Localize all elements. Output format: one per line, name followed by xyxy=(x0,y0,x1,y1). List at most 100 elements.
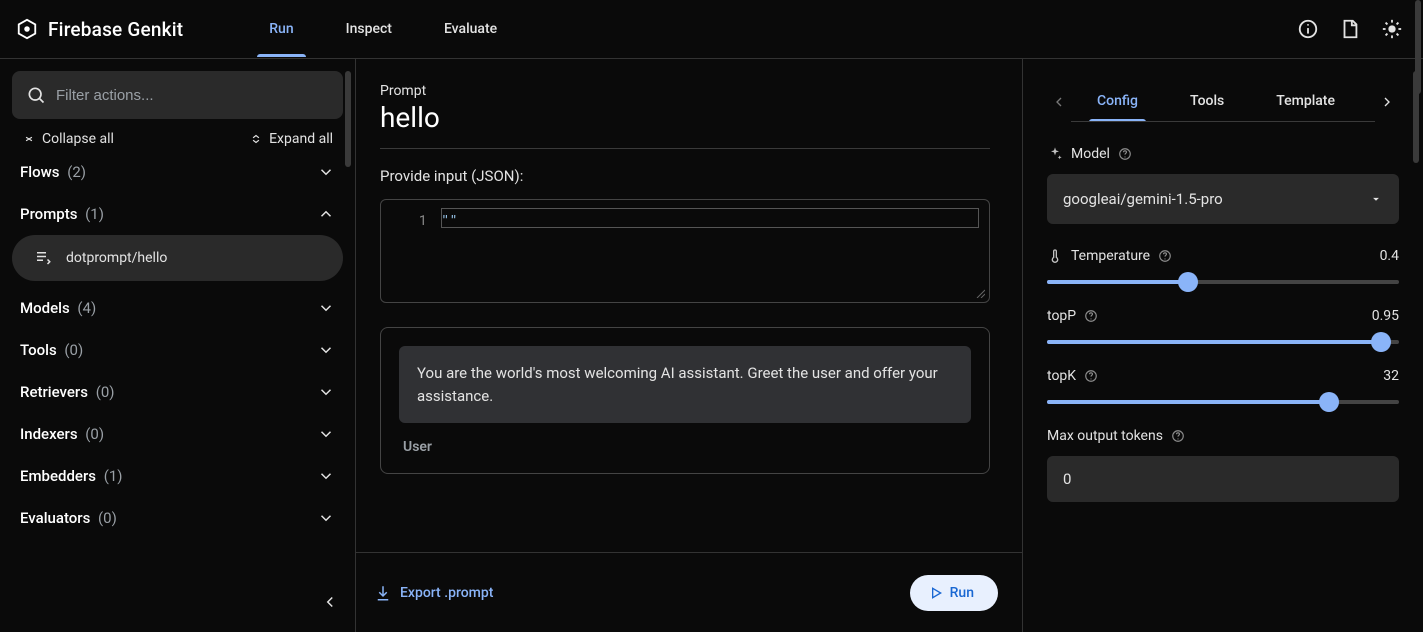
run-label: Run xyxy=(950,585,974,601)
setting-model: Model googleai/gemini-1.5-pro xyxy=(1047,146,1399,224)
user-role-label: User xyxy=(399,423,971,455)
help-icon[interactable] xyxy=(1171,429,1185,443)
code-content: "" xyxy=(441,210,458,229)
info-icon[interactable] xyxy=(1297,18,1319,40)
help-icon[interactable] xyxy=(1118,147,1132,161)
max-tokens-input[interactable]: 0 xyxy=(1047,456,1399,502)
section-retrievers[interactable]: Retrievers (0) xyxy=(12,371,343,413)
sidebar-item-label: dotprompt/hello xyxy=(66,250,167,266)
section-count: (1) xyxy=(85,205,104,223)
prompt-icon xyxy=(34,249,52,267)
section-evaluators[interactable]: Evaluators (0) xyxy=(12,497,343,539)
setting-label: topP xyxy=(1047,308,1076,324)
section-label: Flows xyxy=(20,163,59,181)
tab-evaluate[interactable]: Evaluate xyxy=(418,2,523,56)
setting-value: 0.4 xyxy=(1380,248,1399,264)
help-icon[interactable] xyxy=(1158,249,1172,263)
setting-label: Model xyxy=(1071,146,1110,162)
setting-value: 32 xyxy=(1383,368,1399,384)
section-count: (2) xyxy=(67,163,86,181)
section-embedders[interactable]: Embedders (1) xyxy=(12,455,343,497)
sidebar-item-dotprompt-hello[interactable]: dotprompt/hello xyxy=(12,235,343,281)
setting-temperature: Temperature 0.4 xyxy=(1047,248,1399,284)
help-icon[interactable] xyxy=(1084,309,1098,323)
document-icon[interactable] xyxy=(1339,18,1361,40)
temperature-slider[interactable] xyxy=(1047,280,1399,284)
theme-toggle-icon[interactable] xyxy=(1381,18,1403,40)
export-label: Export .prompt xyxy=(400,585,493,601)
section-models[interactable]: Models (4) xyxy=(12,287,343,329)
main-panel: Prompt hello Provide input (JSON): 1 "" … xyxy=(356,59,1023,632)
tabs-scroll-right[interactable] xyxy=(1375,94,1399,110)
brand-text: Firebase Genkit xyxy=(48,18,183,41)
expand-icon xyxy=(249,132,263,146)
collapse-icon xyxy=(22,132,36,146)
scrollbar[interactable] xyxy=(1415,0,1421,94)
section-prompts[interactable]: Prompts (1) xyxy=(12,193,343,235)
section-flows[interactable]: Flows (2) xyxy=(12,151,343,193)
section-label: Embedders xyxy=(20,467,96,485)
setting-label: Max output tokens xyxy=(1047,428,1163,444)
setting-label: topK xyxy=(1047,368,1076,384)
help-icon[interactable] xyxy=(1084,369,1098,383)
sidebar-collapse-toggle[interactable] xyxy=(316,588,344,616)
thermometer-icon xyxy=(1047,248,1063,264)
brand: Firebase Genkit xyxy=(16,18,183,41)
sidebar: Collapse all Expand all Flows (2) Prompt… xyxy=(0,59,356,632)
active-line-highlight xyxy=(441,208,979,228)
expand-all-button[interactable]: Expand all xyxy=(249,131,333,147)
slider-fill xyxy=(1047,280,1188,284)
section-label: Evaluators xyxy=(20,509,90,527)
input-label: Provide input (JSON): xyxy=(380,167,990,185)
section-indexers[interactable]: Indexers (0) xyxy=(12,413,343,455)
tab-run[interactable]: Run xyxy=(243,2,319,56)
section-count: (1) xyxy=(104,467,123,485)
top-k-slider[interactable] xyxy=(1047,400,1399,404)
expand-all-label: Expand all xyxy=(269,131,333,147)
model-value: googleai/gemini-1.5-pro xyxy=(1063,190,1223,208)
section-label: Indexers xyxy=(20,425,78,443)
chevron-down-icon xyxy=(317,467,335,485)
section-label: Retrievers xyxy=(20,383,88,401)
header-tabs: Run Inspect Evaluate xyxy=(243,2,523,56)
chevron-down-icon xyxy=(317,299,335,317)
search-input[interactable] xyxy=(56,87,329,104)
resize-handle-icon[interactable] xyxy=(975,288,985,298)
chevron-down-icon xyxy=(317,509,335,527)
run-button[interactable]: Run xyxy=(910,575,998,611)
top-p-slider[interactable] xyxy=(1047,340,1399,344)
json-input-editor[interactable]: 1 "" xyxy=(380,199,990,303)
tab-template[interactable]: Template xyxy=(1250,81,1361,121)
collapse-all-button[interactable]: Collapse all xyxy=(22,131,114,147)
chevron-down-icon xyxy=(317,163,335,181)
setting-value: 0.95 xyxy=(1372,308,1399,324)
max-tokens-value: 0 xyxy=(1063,470,1071,488)
sparkle-icon xyxy=(1047,146,1063,162)
section-count: (4) xyxy=(77,299,96,317)
scrollbar[interactable] xyxy=(345,71,351,167)
system-message: You are the world's most welcoming AI as… xyxy=(399,346,971,423)
tabs-scroll-left[interactable] xyxy=(1047,94,1071,110)
slider-thumb[interactable] xyxy=(1178,272,1198,292)
code-area[interactable]: "" xyxy=(441,200,989,302)
chevron-up-icon xyxy=(317,205,335,223)
main-footer: Export .prompt Run xyxy=(356,552,1022,632)
model-select[interactable]: googleai/gemini-1.5-pro xyxy=(1047,174,1399,224)
section-label: Prompt xyxy=(380,83,990,99)
genkit-logo-icon xyxy=(16,18,38,40)
export-prompt-button[interactable]: Export .prompt xyxy=(374,584,493,602)
chevron-down-icon xyxy=(317,425,335,443)
filter-actions-search[interactable] xyxy=(12,71,343,119)
tab-tools[interactable]: Tools xyxy=(1164,81,1250,121)
search-icon xyxy=(26,85,46,105)
slider-thumb[interactable] xyxy=(1371,332,1391,352)
tab-config[interactable]: Config xyxy=(1071,81,1164,121)
chevron-down-icon xyxy=(317,383,335,401)
section-count: (0) xyxy=(98,509,117,527)
slider-thumb[interactable] xyxy=(1319,392,1339,412)
messages-block: You are the world's most welcoming AI as… xyxy=(380,327,990,474)
gutter: 1 xyxy=(381,200,441,302)
tab-inspect[interactable]: Inspect xyxy=(320,2,418,56)
slider-fill xyxy=(1047,340,1381,344)
section-tools[interactable]: Tools (0) xyxy=(12,329,343,371)
